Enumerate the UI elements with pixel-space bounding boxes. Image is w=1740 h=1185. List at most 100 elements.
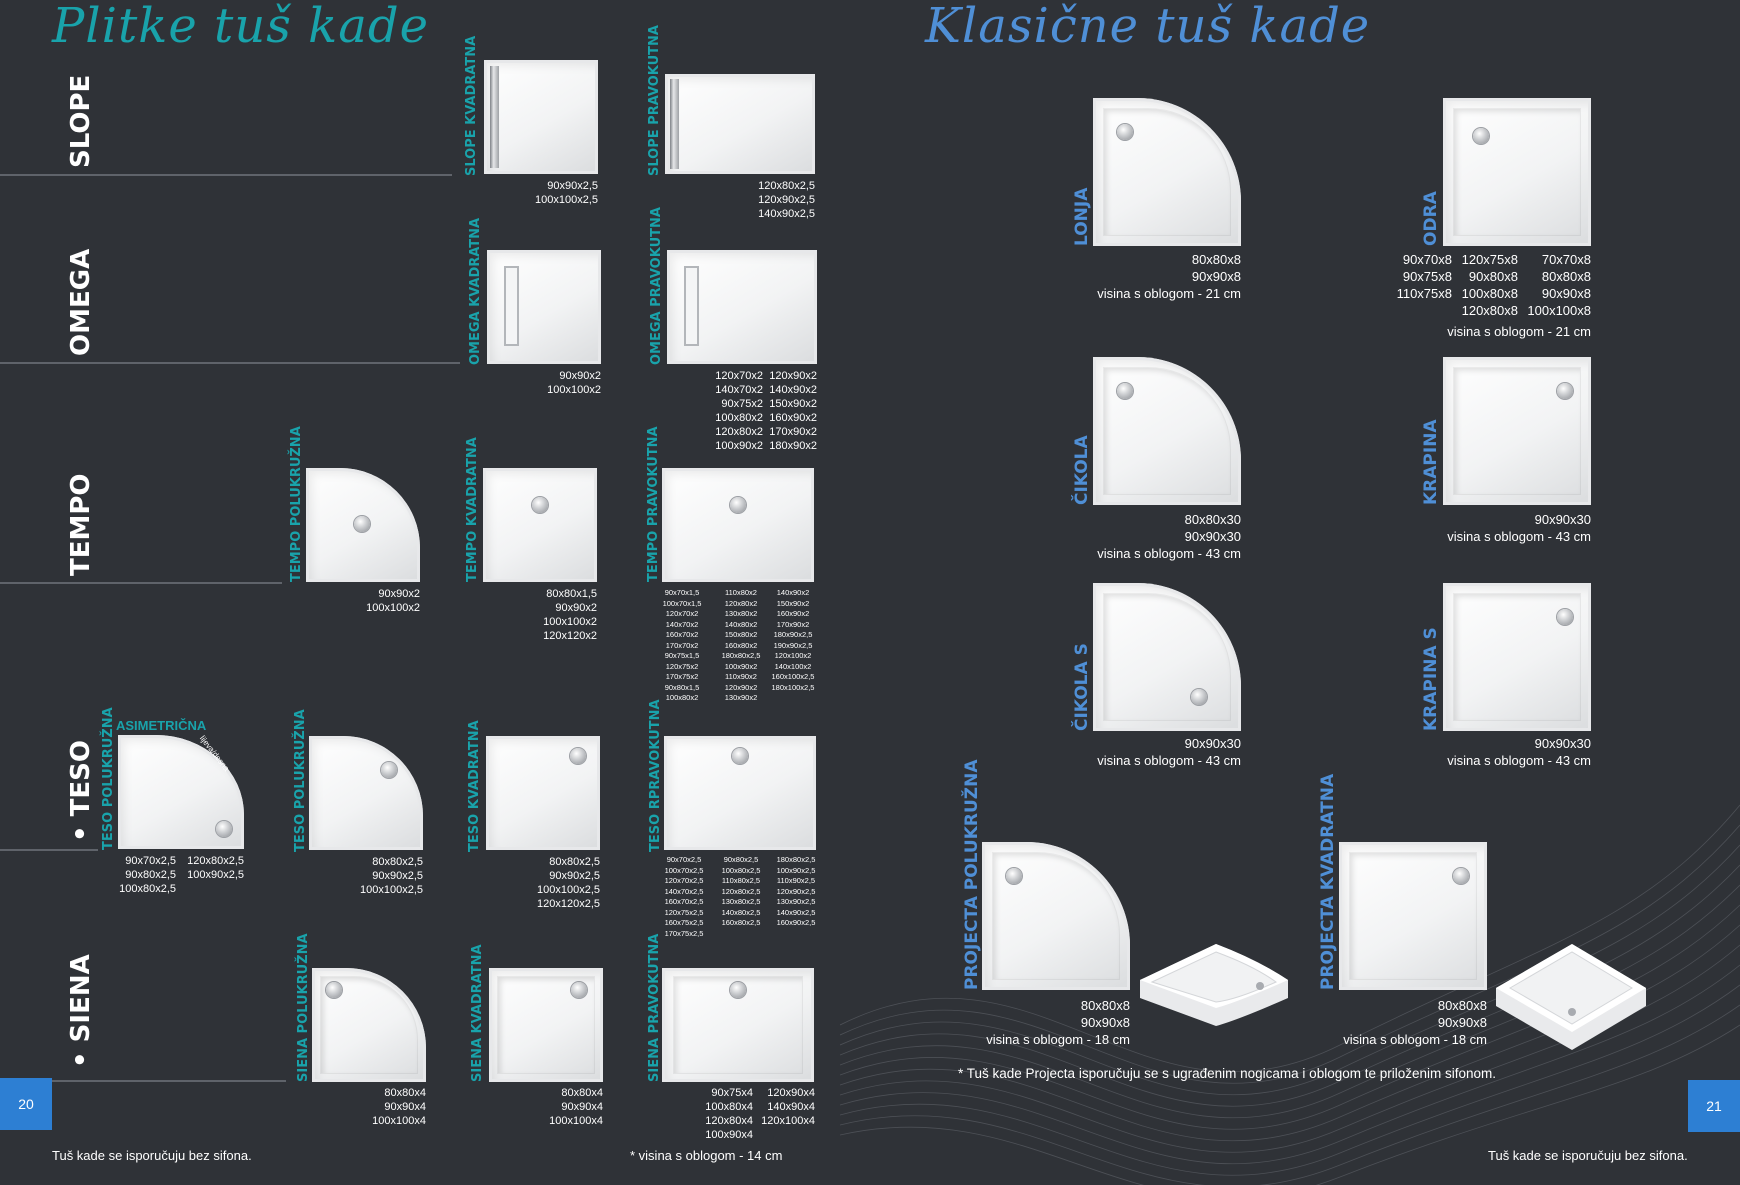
label-teso-kvadratna: TESO KVADRATNA (467, 720, 482, 852)
label-siena-pravokutna: SIENA PRAVOKUTNA (647, 933, 662, 1082)
label-cikola-s: ČIKOLA S (1072, 643, 1092, 731)
sizes-siena-kvadratna: 80x80x4 90x90x4 100x100x4 (549, 1087, 603, 1127)
sizes-omega-pravokutna-b: 120x90x2 140x90x2 150x90x2 160x90x2 170x90x2… (769, 370, 817, 452)
category-teso: • TESO (66, 740, 96, 842)
tray-tempo-kvadratna (483, 468, 597, 582)
sizes-slope-pravokutna: 120x80x2,5 120x90x2,5 140x90x2,5 (758, 180, 815, 220)
footer-right: Tuš kade se isporučuju bez sifona. (1488, 1148, 1688, 1163)
tray-tempo-pravokutna (662, 468, 814, 582)
label-lonja: LONJA (1072, 187, 1092, 246)
label-krapina: KRAPINA (1421, 419, 1441, 505)
sizes-tempo-pravokutna-a: 90x70x1,5 100x70x1,5 120x70x2 140x70x2 160x7… (662, 588, 702, 702)
label-teso-pravokutna: TESO RPRAVOKUTNA (648, 699, 663, 852)
tray-krapina-s (1443, 583, 1591, 731)
drain-icon (1473, 128, 1489, 144)
label-omega-kvadratna: OMEGA KVADRATNA (468, 217, 483, 365)
label-projecta-kvadratna: PROJECTA KVADRATNA (1318, 773, 1338, 990)
sizes-teso-pravokutna-b: 90x80x2,5 100x80x2,5 110x80x2,5 120x80x2,5 1… (721, 855, 761, 927)
drain-icon (730, 982, 746, 998)
sizes-teso-polukruzna: 80x80x2,5 90x90x2,5 100x100x2,5 (360, 856, 423, 896)
drain-icon (326, 982, 342, 998)
sizes-teso-asimetricna-a: 90x70x2,5 90x80x2,5 100x80x2,5 (119, 855, 176, 895)
sizes-projecta-polukruzna: 80x80x8 90x90x8 visina s oblogom - 18 cm (986, 998, 1130, 1047)
label-tempo-polukruzna: TEMPO POLUKRUŽNA (289, 426, 304, 582)
label-teso-polukruzna: TESO POLUKRUŽNA (293, 709, 308, 852)
sizes-projecta-kvadratna: 80x80x8 90x90x8 visina s oblogom - 18 cm (1343, 998, 1487, 1047)
label-siena-kvadratna: SIENA KVADRATNA (470, 944, 485, 1082)
label-siena-polukruzna: SIENA POLUKRUŽNA (296, 933, 311, 1082)
sizes-tempo-kvadratna: 80x80x1,5 90x90x2 100x100x2 120x120x2 (543, 588, 597, 642)
drain-icon (216, 821, 232, 837)
tray-cikola (1093, 357, 1241, 505)
drain-icon (532, 497, 548, 513)
divider (0, 174, 452, 176)
sizes-odra-a: 90x70x8 90x75x8 110x75x8 (1396, 252, 1452, 301)
sizes-teso-asimetricna-b: 120x80x2,5 100x90x2,5 (187, 855, 244, 881)
sizes-omega-pravokutna-a: 120x70x2 140x70x2 90x75x2 100x80x2 120x80x2 1… (715, 370, 763, 452)
label-teso-polukruzna-asim: TESO POLUKRUŽNA (101, 707, 116, 850)
tray-krapina (1443, 357, 1591, 505)
drain-icon (571, 982, 587, 998)
tray-teso-polukruzna (309, 736, 423, 850)
sizes-krapina-s: 90x90x30 visina s oblogom - 43 cm (1447, 736, 1591, 768)
sizes-siena-polukruzna: 80x80x4 90x90x4 100x100x4 (372, 1087, 426, 1127)
height-odra: visina s oblogom - 21 cm (1447, 324, 1591, 339)
drain-icon (381, 762, 397, 778)
tray-siena-pravokutna (662, 968, 814, 1082)
page-number-left: 20 (0, 1078, 52, 1130)
footer-left: Tuš kade se isporučuju bez sifona. (52, 1148, 252, 1163)
sizes-siena-pravokutna-a: 90x75x4 100x80x4 120x80x4 100x90x4 (705, 1087, 753, 1141)
label-projecta-polukruzna: PROJECTA POLUKRUŽNA (962, 759, 982, 991)
tray-projecta-kvadratna (1339, 842, 1487, 990)
tray-tempo-polukruzna (306, 468, 420, 582)
category-slope: SLOPE (66, 74, 96, 168)
label-krapina-s: KRAPINA S (1421, 627, 1441, 731)
label-asimetricna: ASIMETRIČNA (116, 718, 207, 733)
label-slope-kvadratna: SLOPE KVADRATNA (464, 35, 479, 176)
sizes-teso-pravokutna-c: 180x80x2,5 100x90x2,5 110x90x2,5 120x90x2,5… (776, 855, 816, 927)
tray-lonja (1093, 98, 1241, 246)
channel-drain (684, 266, 699, 346)
divider (0, 849, 98, 851)
right-title: Klasične tuš kade (925, 0, 1371, 54)
tray-slope-kvadratna (484, 60, 598, 174)
tray-omega-pravokutna (667, 250, 817, 364)
sizes-tempo-pravokutna-b: 110x80x2 120x80x2 130x80x2 140x80x2 150x80x2… (721, 588, 761, 702)
tray-projecta-kvadratna-3d (1496, 944, 1646, 1050)
category-omega: OMEGA (66, 248, 96, 356)
tray-cikola-s (1093, 583, 1241, 731)
sizes-cikola: 80x80x30 90x90x30 visina s oblogom - 43 cm (1097, 512, 1241, 561)
left-title: Plitke tuš kade (52, 0, 429, 54)
drain-icon (1117, 124, 1133, 140)
sizes-tempo-polukruzna: 90x90x2 100x100x2 (366, 588, 420, 614)
drain-icon (1191, 689, 1207, 705)
category-tempo: TEMPO (66, 473, 96, 576)
drain-icon (354, 516, 370, 532)
tray-teso-asimetricna (118, 735, 244, 849)
category-siena: • SIENA (66, 954, 96, 1068)
sizes-tempo-pravokutna-c: 140x90x2 150x90x2 160x90x2 170x90x2 180x90x2… (771, 588, 815, 692)
label-omega-pravokutna: OMEGA PRAVOKUTNA (649, 207, 664, 365)
tray-odra (1443, 98, 1591, 246)
tray-siena-kvadratna (489, 968, 603, 1082)
label-odra: ODRA (1421, 191, 1441, 246)
sizes-teso-pravokutna-a: 90x70x2,5 100x70x2,5 120x70x2,5 140x70x2,5 1… (664, 855, 704, 938)
drain-icon (570, 748, 586, 764)
tray-teso-pravokutna (664, 736, 816, 850)
sizes-odra-c: 70x70x8 80x80x8 90x90x8 100x100x8 (1527, 252, 1591, 318)
drain-icon (730, 497, 746, 513)
sizes-krapina: 90x90x30 visina s oblogom - 43 cm (1447, 512, 1591, 544)
note-projecta: * Tuš kade Projecta isporučuju se s ugra… (958, 1066, 1497, 1081)
label-cikola: ČIKOLA (1072, 435, 1092, 505)
sizes-siena-pravokutna-b: 120x90x4 140x90x4 120x100x4 (761, 1087, 815, 1127)
tray-omega-kvadratna (487, 250, 601, 364)
channel-drain (490, 66, 499, 168)
channel-drain (504, 266, 519, 346)
sizes-odra-b: 120x75x8 90x80x8 100x80x8 120x80x8 (1461, 252, 1518, 318)
tray-siena-polukruzna (312, 968, 426, 1082)
drain-icon (1557, 609, 1573, 625)
tray-teso-kvadratna (486, 736, 600, 850)
footer-middle: * visina s oblogom - 14 cm (630, 1148, 783, 1163)
divider (0, 582, 282, 584)
sizes-teso-kvadratna: 80x80x2,5 90x90x2,5 100x100x2,5 120x120x2,5 (537, 856, 600, 910)
